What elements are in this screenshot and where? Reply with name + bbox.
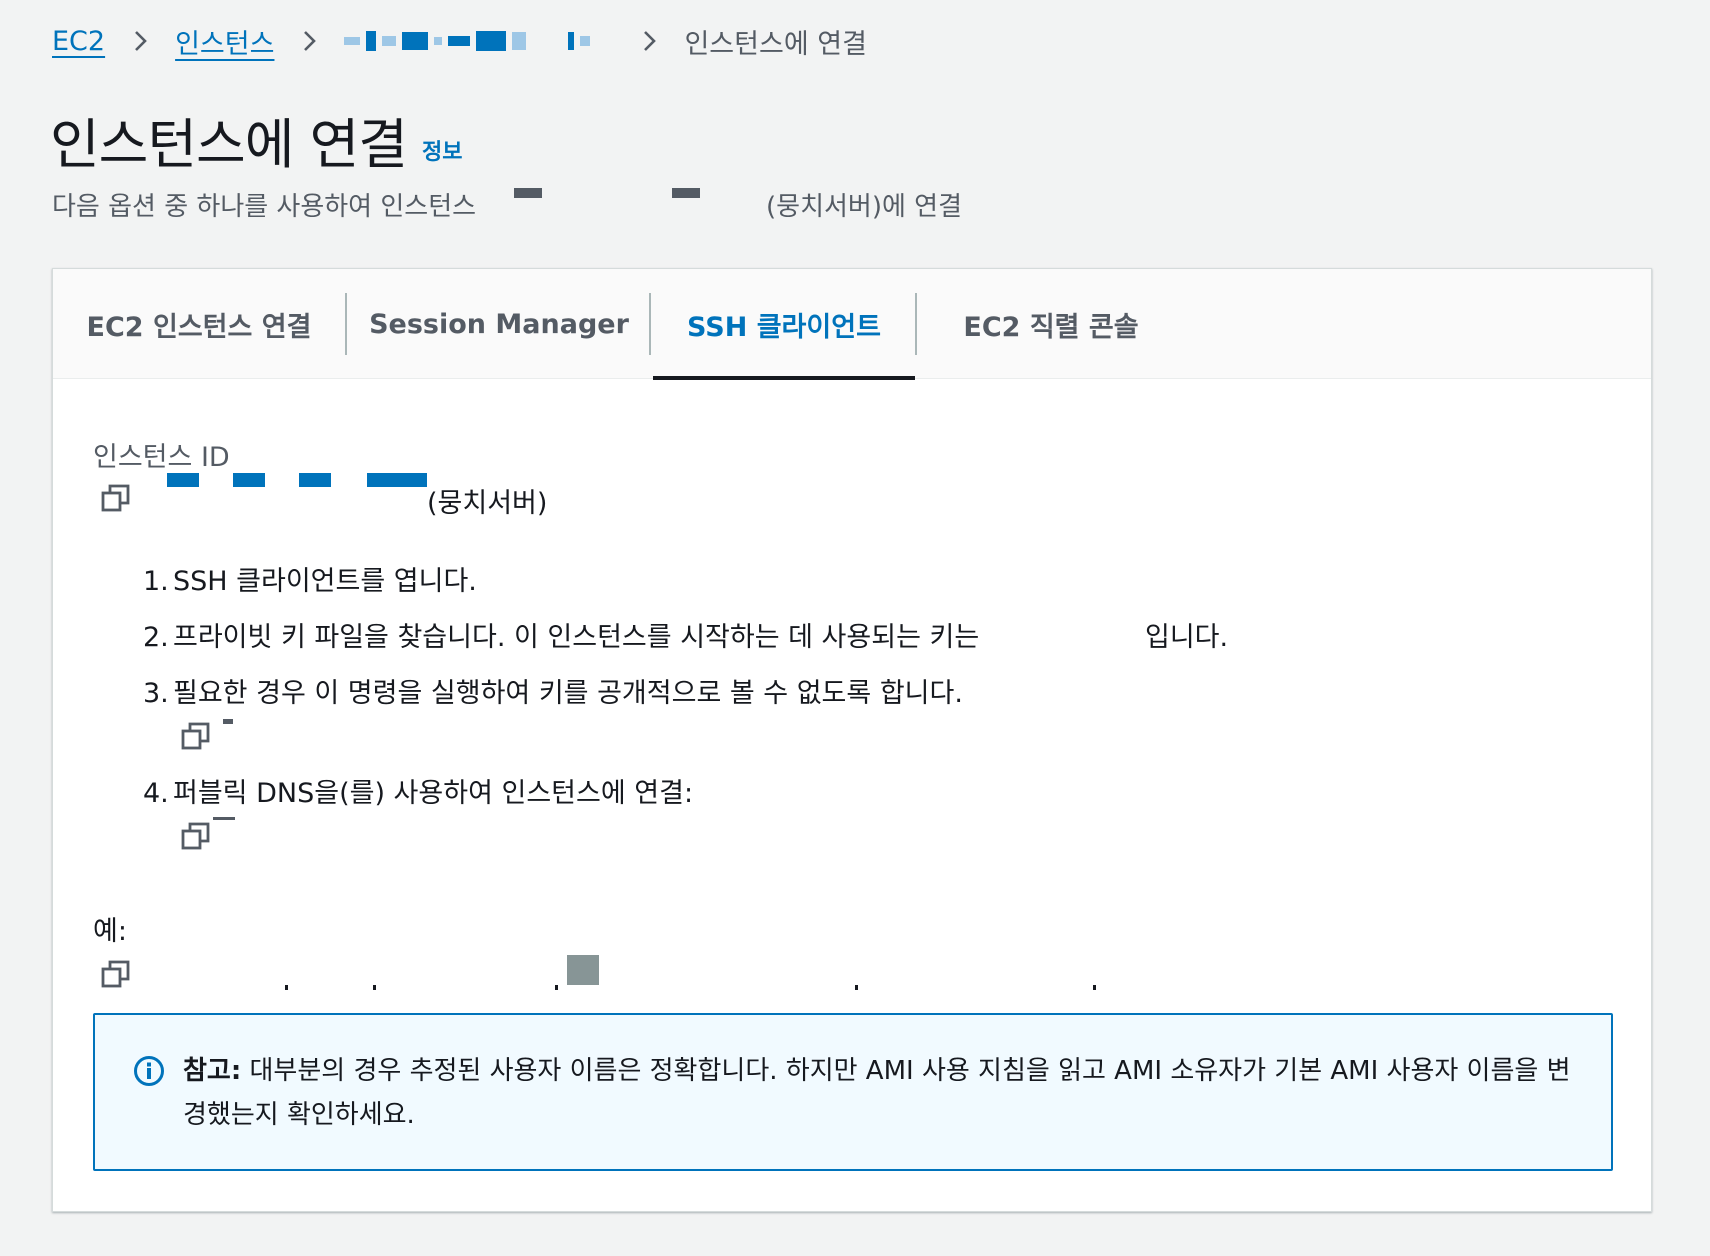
tab-bar: EC2 인스턴스 연결 Session Manager SSH 클라이언트 EC…: [53, 269, 1651, 380]
instance-id-redacted: [167, 473, 199, 487]
breadcrumb-instance-id-redacted[interactable]: [344, 31, 614, 51]
step-4: 4. 퍼블릭 DNS을(를) 사용하여 인스턴스에 연결:: [143, 778, 694, 809]
chevron-right-icon: [294, 26, 324, 56]
info-icon: [133, 1055, 165, 1087]
example-redacted: [1093, 985, 1096, 990]
instance-id-redacted: [367, 473, 427, 487]
subtitle-redaction: [514, 188, 542, 198]
breadcrumb-instances[interactable]: 인스턴스: [175, 22, 274, 61]
subtitle-redaction: [672, 188, 700, 198]
info-link[interactable]: 정보: [422, 134, 462, 166]
copy-icon[interactable]: [101, 959, 131, 989]
instance-name: (뭉치서버): [427, 488, 548, 519]
copy-icon[interactable]: [181, 721, 211, 751]
instance-id-redacted: [299, 473, 331, 487]
tab-divider: [649, 293, 651, 355]
example-redacted: [373, 985, 376, 990]
instance-id-redacted: [233, 473, 265, 487]
note-body: 대부분의 경우 추정된 사용자 이름은 정확합니다. 하지만 AMI 사용 지침…: [183, 1056, 1571, 1130]
copy-icon[interactable]: [181, 821, 211, 851]
connect-panel: EC2 인스턴스 연결 Session Manager SSH 클라이언트 EC…: [52, 268, 1652, 1212]
note-alert: 참고: 대부분의 경우 추정된 사용자 이름은 정확합니다. 하지만 AMI 사…: [93, 1013, 1613, 1171]
breadcrumb-current: 인스턴스에 연결: [684, 28, 867, 60]
breadcrumb-ec2[interactable]: EC2: [52, 26, 105, 57]
step-3: 3. 필요한 경우 이 명령을 실행하여 키를 공개적으로 볼 수 없도록 합니다…: [143, 678, 963, 709]
breadcrumb: EC2 인스턴스 인스턴스에 연결: [52, 18, 867, 64]
page: EC2 인스턴스 인스턴스에 연결 인스턴스에 연결 정보 다음 옵션 중 하나…: [0, 0, 1710, 1256]
tab-ec2-serial-console[interactable]: EC2 직렬 콘솔: [917, 269, 1185, 379]
tab-ec2-instance-connect[interactable]: EC2 인스턴스 연결: [53, 269, 345, 379]
tab-session-manager[interactable]: Session Manager: [347, 269, 651, 379]
subtitle-prefix: 다음 옵션 중 하나를 사용하여 인스턴스: [52, 192, 477, 222]
command-redacted: [213, 817, 235, 820]
subtitle-suffix: (뭉치서버)에 연결: [766, 192, 962, 222]
instance-id-label: 인스턴스 ID: [93, 442, 230, 473]
note-label: 참고:: [183, 1056, 242, 1086]
example-redacted: [567, 955, 599, 985]
step-2-tail: 입니다.: [1145, 622, 1229, 653]
step-2: 2. 프라이빗 키 파일을 찾습니다. 이 인스턴스를 시작하는 데 사용되는 키…: [143, 622, 980, 653]
step-1: 1. SSH 클라이언트를 엽니다.: [143, 566, 477, 597]
example-label: 예:: [93, 916, 127, 947]
chevron-right-icon: [125, 26, 155, 56]
example-redacted: [285, 985, 288, 990]
chevron-right-icon: [634, 26, 664, 56]
example-redacted: [555, 985, 558, 990]
note-text: 참고: 대부분의 경우 추정된 사용자 이름은 정확합니다. 하지만 AMI 사…: [183, 1049, 1583, 1137]
page-subtitle: 다음 옵션 중 하나를 사용하여 인스턴스: [52, 186, 476, 223]
example-redacted: [855, 985, 858, 990]
command-redacted: [223, 719, 233, 724]
copy-icon[interactable]: [101, 483, 131, 513]
tab-ssh-client[interactable]: SSH 클라이언트: [653, 269, 915, 380]
page-title: 인스턴스에 연결: [50, 113, 408, 176]
